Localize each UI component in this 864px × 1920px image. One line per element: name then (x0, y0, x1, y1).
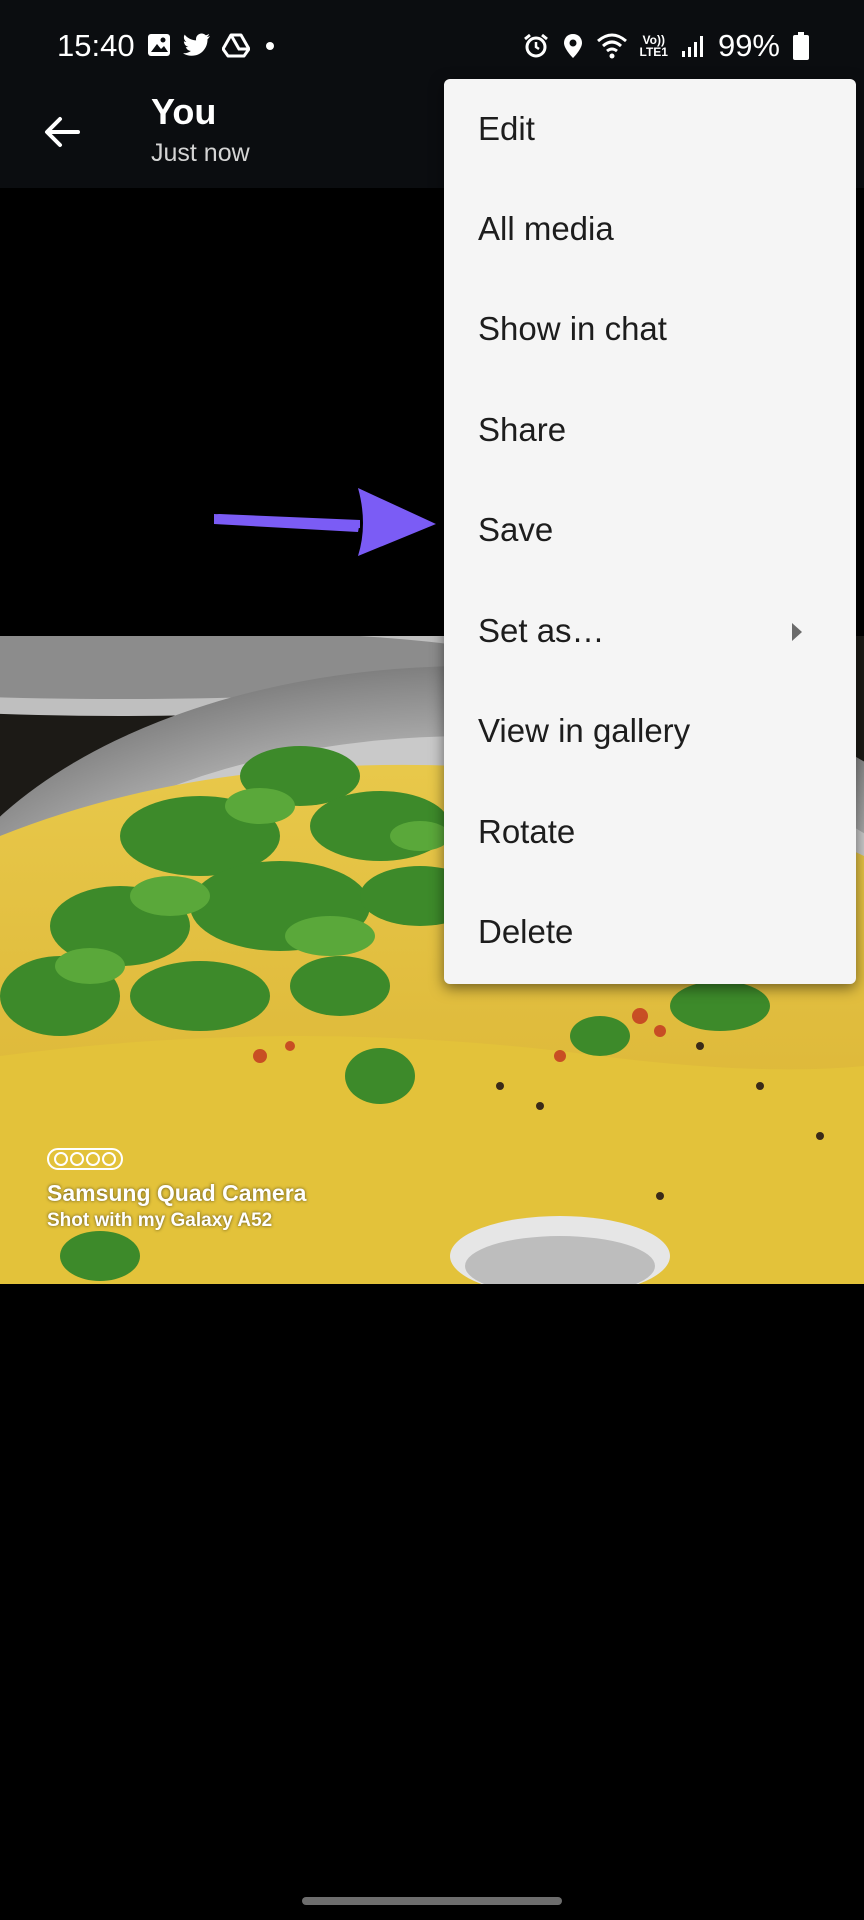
menu-item-edit[interactable]: Edit (444, 79, 856, 179)
home-gesture-bar[interactable] (302, 1897, 562, 1905)
page-subtitle: Just now (151, 139, 250, 167)
page-title: You (151, 91, 217, 132)
volte-icon: Vo)) LTE1 (640, 34, 668, 58)
status-left-icons (146, 32, 280, 58)
overflow-menu: Edit All media Show in chat Share Save S… (444, 79, 856, 984)
menu-item-view-in-gallery[interactable]: View in gallery (444, 681, 856, 781)
arrow-back-icon (45, 117, 80, 147)
menu-item-label: Set as… (478, 612, 605, 649)
menu-item-delete[interactable]: Delete (444, 882, 856, 982)
back-button[interactable] (34, 104, 90, 160)
dot-icon (266, 42, 274, 50)
menu-item-label: Share (478, 411, 567, 448)
menu-item-label: Rotate (478, 813, 576, 850)
signal-icon (681, 36, 703, 57)
menu-item-label: Show in chat (478, 310, 667, 347)
menu-item-set-as[interactable]: Set as… (444, 581, 856, 681)
menu-item-rotate[interactable]: Rotate (444, 782, 856, 882)
wifi-icon (596, 33, 627, 59)
status-right-icons: Vo)) LTE1 99% (522, 28, 811, 64)
camera-watermark-title: Samsung Quad Camera (47, 1180, 307, 1206)
network-bottom-label: LTE1 (639, 45, 668, 59)
camera-watermark-subtitle: Shot with my Galaxy A52 (47, 1210, 273, 1231)
battery-icon (793, 32, 809, 60)
menu-item-all-media[interactable]: All media (444, 179, 856, 279)
alarm-icon (523, 33, 548, 58)
menu-item-label: Save (478, 511, 554, 548)
battery-percent: 99% (717, 28, 780, 63)
submenu-arrow-icon (792, 623, 802, 641)
quad-camera-logo (47, 1148, 123, 1170)
gallery-icon (148, 34, 170, 56)
pointer-arrow-icon (214, 488, 436, 556)
drive-icon (222, 33, 250, 58)
menu-item-label: All media (478, 210, 614, 247)
menu-item-save[interactable]: Save (444, 480, 856, 580)
location-icon (563, 34, 582, 58)
menu-item-share[interactable]: Share (444, 380, 856, 480)
twitter-icon (183, 33, 210, 56)
menu-item-show-in-chat[interactable]: Show in chat (444, 279, 856, 379)
menu-item-label: Delete (478, 913, 574, 950)
menu-item-label: View in gallery (478, 712, 691, 749)
menu-item-label: Edit (478, 110, 535, 147)
status-time: 15:40 (57, 28, 135, 63)
